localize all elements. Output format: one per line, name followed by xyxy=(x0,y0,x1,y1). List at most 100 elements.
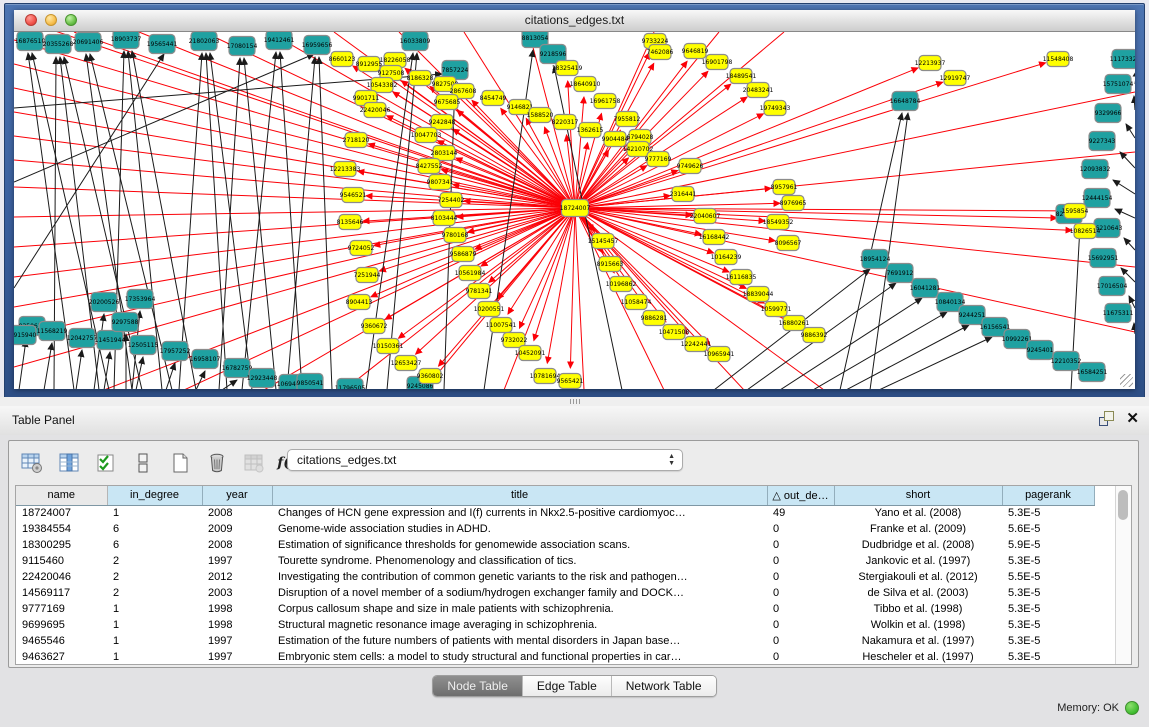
column-header-name[interactable]: name xyxy=(16,486,107,505)
graph-node-yellow[interactable]: 20483241 xyxy=(743,83,774,98)
graph-node-yellow[interactable]: 1595854 xyxy=(1062,204,1089,219)
graph-node-teal[interactable]: 16033809 xyxy=(400,32,431,51)
tab-network-table[interactable]: Network Table xyxy=(612,676,716,696)
graph-node-yellow[interactable]: 8660123 xyxy=(329,52,356,67)
graph-node-yellow[interactable]: 7254402 xyxy=(438,193,465,208)
graph-node-teal[interactable]: 9245401 xyxy=(1027,341,1054,360)
graph-node-teal[interactable]: 17353964 xyxy=(125,290,156,309)
graph-node-teal[interactable]: 11675311 xyxy=(1103,304,1134,323)
table-scrollbar-thumb[interactable] xyxy=(1118,490,1128,520)
graph-node-yellow[interactable]: 9546521 xyxy=(340,188,367,203)
select-all-columns-icon[interactable] xyxy=(93,450,119,476)
graph-node-yellow[interactable]: 9749626 xyxy=(677,159,704,174)
column-header-in-degree[interactable]: in_degree xyxy=(107,486,202,505)
graph-node-yellow[interactable]: 8220317 xyxy=(552,115,579,130)
graph-node-yellow[interactable]: 8096567 xyxy=(775,236,802,251)
table-mode-icon[interactable] xyxy=(19,450,45,476)
graph-node-yellow[interactable]: 18325419 xyxy=(552,61,583,76)
graph-node-teal[interactable]: 16876510 xyxy=(15,32,46,51)
graph-node-yellow[interactable]: 8976965 xyxy=(780,196,807,211)
column-header-short[interactable]: short xyxy=(834,486,1002,505)
delete-table-icon[interactable] xyxy=(241,450,267,476)
graph-node-teal[interactable]: 20355268 xyxy=(43,35,74,54)
graph-node-teal[interactable]: 17016504 xyxy=(1097,277,1128,296)
graph-node-yellow[interactable]: 10150361 xyxy=(373,339,404,354)
splitter-handle[interactable] xyxy=(570,399,582,404)
graph-node-yellow[interactable]: 9904484 xyxy=(602,132,629,147)
graph-node-yellow[interactable]: 8915663 xyxy=(597,257,624,272)
graph-node-yellow[interactable]: 11007541 xyxy=(486,318,517,333)
graph-node-yellow[interactable]: 10965941 xyxy=(704,347,735,362)
close-window-button[interactable] xyxy=(25,14,37,26)
graph-node-yellow[interactable]: 18839044 xyxy=(743,287,774,302)
graph-node-teal[interactable]: 9297588 xyxy=(112,313,139,332)
graph-node-teal[interactable]: 7691912 xyxy=(887,264,914,283)
graph-node-yellow[interactable]: 22040607 xyxy=(690,209,721,224)
minimize-window-button[interactable] xyxy=(45,14,57,26)
graph-node-teal[interactable]: 16648784 xyxy=(890,92,921,111)
graph-node-yellow[interactable]: 10561984 xyxy=(455,266,486,281)
graph-node-yellow[interactable]: 1588520 xyxy=(527,108,554,123)
graph-node-yellow[interactable]: 7251944 xyxy=(354,268,381,283)
graph-node-yellow[interactable]: 9886392 xyxy=(801,328,828,343)
graph-node-teal[interactable]: 15692951 xyxy=(1088,249,1119,268)
graph-node-teal[interactable]: 19565441 xyxy=(147,35,178,54)
network-view-frame[interactable]: citations_edges.txt 16876510203552682069… xyxy=(4,3,1145,399)
graph-node-yellow[interactable]: 9565421 xyxy=(557,374,584,389)
graph-node-yellow[interactable]: 9781341 xyxy=(466,284,493,299)
table-row[interactable]: 946362711997Embryonic stem cells: a mode… xyxy=(16,649,1094,665)
column-header-pagerank[interactable]: pagerank xyxy=(1002,486,1094,505)
table-row[interactable]: 946554611997Estimation of the future num… xyxy=(16,633,1094,649)
graph-node-teal[interactable]: 16959656 xyxy=(302,36,333,55)
graph-node-yellow[interactable]: 10471508 xyxy=(659,325,690,340)
new-column-icon[interactable] xyxy=(167,450,193,476)
graph-node-teal[interactable]: 16958107 xyxy=(190,350,221,369)
graph-node-hub[interactable]: 18724007 xyxy=(560,200,591,217)
graph-node-teal[interactable]: 15751074 xyxy=(1103,75,1134,94)
graph-node-yellow[interactable]: 11058474 xyxy=(621,295,652,310)
graph-node-yellow[interactable]: 9586879 xyxy=(450,247,477,262)
graph-node-teal[interactable]: 19412461 xyxy=(264,32,295,50)
graph-node-teal[interactable]: 12042757 xyxy=(67,329,98,348)
network-window-titlebar[interactable]: citations_edges.txt xyxy=(14,10,1135,32)
graph-node-yellow[interactable]: 18640910 xyxy=(570,77,601,92)
citation-network-graph[interactable]: 1687651020355268206914061890373719565441… xyxy=(14,32,1135,389)
graph-node-yellow[interactable]: 8186328 xyxy=(407,71,434,86)
graph-node-yellow[interactable]: 2316441 xyxy=(670,187,697,202)
graph-node-yellow[interactable]: 9724052 xyxy=(348,241,375,256)
graph-node-yellow[interactable]: 10200551 xyxy=(474,302,505,317)
graph-node-teal[interactable]: 9329966 xyxy=(1095,104,1122,123)
graph-node-teal[interactable]: 9915940 xyxy=(14,326,37,345)
graph-node-yellow[interactable]: 12213383 xyxy=(330,162,361,177)
table-scrollbar[interactable] xyxy=(1115,486,1131,664)
graph-node-yellow[interactable]: 8454749 xyxy=(480,91,507,106)
graph-node-yellow[interactable]: 2718120 xyxy=(343,133,370,148)
graph-node-yellow[interactable]: 18549352 xyxy=(763,215,794,230)
graph-node-yellow[interactable]: 16116835 xyxy=(726,270,757,285)
column-header-title[interactable]: title xyxy=(272,486,767,505)
table-row[interactable]: 1830029562008Estimation of significance … xyxy=(16,537,1094,553)
graph-node-yellow[interactable]: 8103444 xyxy=(431,211,458,226)
graph-node-teal[interactable]: 11568219 xyxy=(37,322,68,341)
graph-node-teal[interactable]: 12093832 xyxy=(1080,160,1111,179)
table-row[interactable]: 1872400712008Changes of HCN gene express… xyxy=(16,505,1094,521)
graph-node-yellow[interactable]: 10196862 xyxy=(606,277,637,292)
graph-node-teal[interactable]: 12210352 xyxy=(1051,352,1082,371)
table-row[interactable]: 969969511998Structural magnetic resonanc… xyxy=(16,617,1094,633)
graph-node-yellow[interactable]: 9360672 xyxy=(361,319,388,334)
graph-node-teal[interactable]: 17957252 xyxy=(160,342,191,361)
graph-node-yellow[interactable]: 18489541 xyxy=(726,69,757,84)
table-row[interactable]: 2242004622012Investigating the contribut… xyxy=(16,569,1094,585)
tab-node-table[interactable]: Node Table xyxy=(433,676,523,696)
graph-node-yellow[interactable]: 22420046 xyxy=(360,103,391,118)
graph-node-yellow[interactable]: 10599771 xyxy=(761,302,792,317)
graph-node-teal[interactable]: 12923448 xyxy=(247,369,278,388)
graph-node-yellow[interactable]: 9886281 xyxy=(641,311,668,326)
graph-node-teal[interactable]: 12505115 xyxy=(128,336,159,355)
network-canvas[interactable]: 1687651020355268206914061890373719565441… xyxy=(14,32,1135,389)
graph-node-yellow[interactable]: 9675685 xyxy=(434,95,461,110)
graph-node-yellow[interactable]: 12242441 xyxy=(681,337,712,352)
canvas-resize-grip[interactable] xyxy=(1120,374,1133,387)
graph-node-teal[interactable]: 17080154 xyxy=(227,37,258,56)
graph-node-teal[interactable]: 11173321 xyxy=(1110,50,1135,69)
